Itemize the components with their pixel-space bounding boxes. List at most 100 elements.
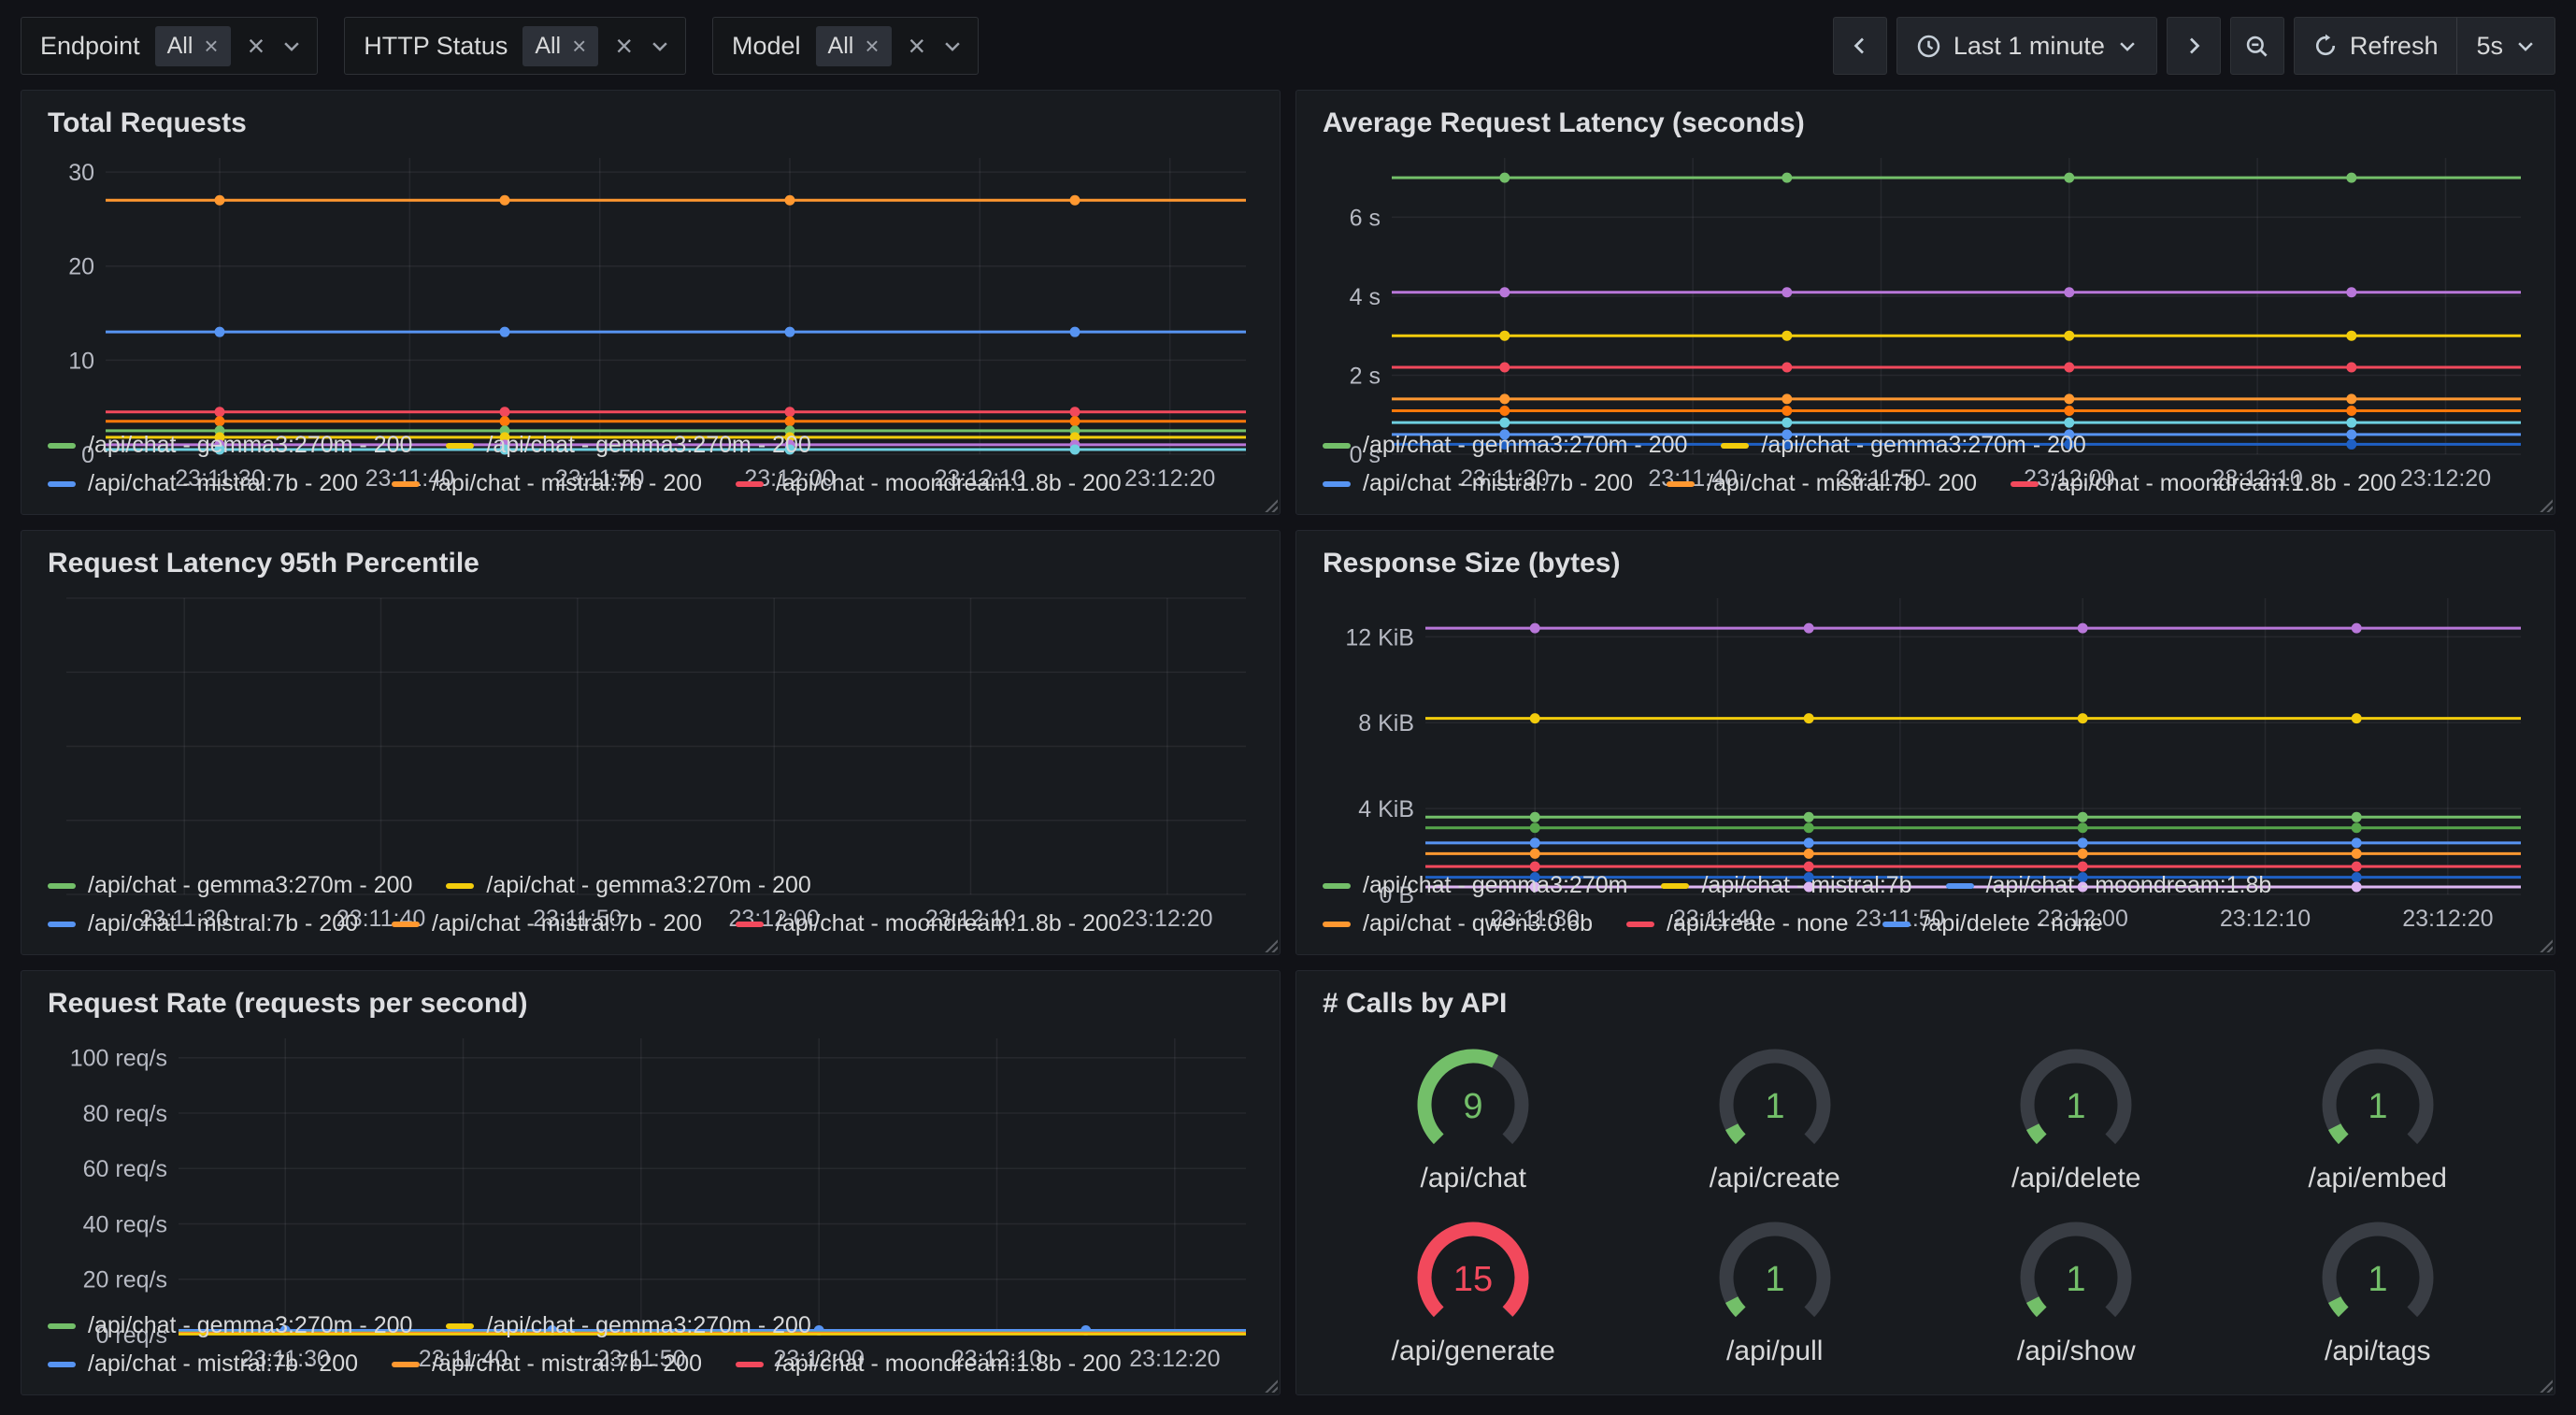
data-point	[1070, 195, 1080, 206]
legend-item[interactable]: /api/chat - mistral:7b - 200	[48, 910, 358, 937]
legend-item[interactable]: /api/chat - mistral:7b	[1661, 872, 1911, 899]
chevron-down-icon[interactable]	[650, 36, 670, 56]
panel-response-size: Response Size (bytes) 23:11:3023:11:4023…	[1295, 530, 2555, 955]
chip-remove-icon[interactable]: ×	[204, 34, 218, 58]
legend-item[interactable]: /api/chat - gemma3:270m - 200	[1323, 432, 1687, 459]
gauge-value: 1	[2368, 1087, 2387, 1126]
data-point	[500, 327, 510, 337]
legend-item[interactable]: /api/chat - gemma3:270m - 200	[446, 432, 810, 459]
chevron-down-icon[interactable]	[281, 36, 302, 56]
data-point	[1530, 837, 1540, 848]
data-point	[2078, 812, 2088, 822]
legend-item[interactable]: /api/chat - mistral:7b - 200	[1667, 470, 1977, 497]
legend-label: /api/chat - moondream:1.8b - 200	[776, 470, 1122, 497]
chip-remove-icon[interactable]: ×	[865, 34, 879, 58]
panel-resize-handle[interactable]	[2538, 937, 2553, 952]
gauge-value: 1	[2368, 1260, 2387, 1299]
legend-item[interactable]: /api/chat - moondream:1.8b	[1946, 872, 2272, 899]
data-point	[2078, 822, 2088, 833]
legend-item[interactable]: /api/create - none	[1626, 910, 1849, 937]
time-shift-forward-button[interactable]	[2167, 17, 2221, 75]
chart-request-rate[interactable]: 23:11:3023:11:4023:11:5023:12:0023:12:10…	[38, 1027, 1263, 1301]
panel-title[interactable]: Response Size (bytes)	[1313, 540, 2538, 587]
legend: /api/chat - gemma3:270m - 200/api/chat -…	[38, 1301, 1263, 1385]
legend-marker-icon	[2011, 481, 2039, 487]
time-shift-back-button[interactable]	[1833, 17, 1887, 75]
chart-average-request-latency[interactable]: 23:11:3023:11:4023:11:5023:12:0023:12:10…	[1313, 147, 2538, 421]
gauge-arc: 1	[2298, 1212, 2457, 1336]
data-point	[1530, 812, 1540, 822]
data-point	[2078, 713, 2088, 723]
filter-clear-icon[interactable]: ×	[246, 31, 267, 61]
chevron-down-icon[interactable]	[942, 36, 963, 56]
filter-http-status: HTTP Status All × ×	[344, 17, 686, 75]
panel-resize-handle[interactable]	[1263, 937, 1278, 952]
legend-item[interactable]: /api/chat - mistral:7b - 200	[48, 1351, 358, 1378]
legend-item[interactable]: /api/chat - gemma3:270m - 200	[48, 432, 412, 459]
data-point	[2352, 849, 2362, 859]
legend-item[interactable]: /api/chat - gemma3:270m - 200	[446, 872, 810, 899]
panel-average-request-latency: Average Request Latency (seconds) 23:11:…	[1295, 90, 2555, 515]
refresh-interval-picker[interactable]: 5s	[2456, 17, 2555, 75]
legend-label: /api/chat - gemma3:270m - 200	[1363, 432, 1687, 459]
panel-request-latency-95th: Request Latency 95th Percentile 23:11:30…	[21, 530, 1281, 955]
filter-chip[interactable]: All ×	[816, 26, 892, 66]
chart-request-latency-95th[interactable]: 23:11:3023:11:4023:11:5023:12:0023:12:10…	[38, 587, 1263, 861]
data-point	[1070, 327, 1080, 337]
legend-label: /api/chat - gemma3:270m	[1363, 872, 1627, 899]
panel-request-rate: Request Rate (requests per second) 23:11…	[21, 970, 1281, 1395]
legend-item[interactable]: /api/delete - none	[1882, 910, 2103, 937]
chart-total-requests[interactable]: 23:11:3023:11:4023:11:5023:12:0023:12:10…	[38, 147, 1263, 421]
filter-clear-icon[interactable]: ×	[907, 31, 928, 61]
data-point	[1499, 173, 1510, 183]
legend-item[interactable]: /api/chat - gemma3:270m - 200	[48, 872, 412, 899]
legend-row: /api/chat - mistral:7b - 200/api/chat - …	[48, 465, 1263, 503]
filter-clear-icon[interactable]: ×	[613, 31, 635, 61]
legend-item[interactable]: /api/chat - mistral:7b - 200	[48, 470, 358, 497]
gauge-label: /api/tags	[2325, 1336, 2430, 1367]
legend-item[interactable]: /api/chat - gemma3:270m - 200	[446, 1312, 810, 1339]
panel-resize-handle[interactable]	[1263, 497, 1278, 512]
time-range-picker[interactable]: Last 1 minute	[1896, 17, 2157, 75]
legend-item[interactable]: /api/chat - qwen3:0.6b	[1323, 910, 1593, 937]
panel-title[interactable]: # Calls by API	[1313, 980, 2538, 1027]
legend-item[interactable]: /api/chat - moondream:1.8b - 200	[736, 910, 1122, 937]
legend-item[interactable]: /api/chat - mistral:7b - 200	[392, 1351, 702, 1378]
data-point	[2078, 623, 2088, 634]
filter-model: Model All × ×	[712, 17, 979, 75]
data-point	[1530, 713, 1540, 723]
legend-item[interactable]: /api/chat - gemma3:270m - 200	[48, 1312, 412, 1339]
panel-title[interactable]: Request Rate (requests per second)	[38, 980, 1263, 1027]
legend-item[interactable]: /api/chat - moondream:1.8b - 200	[2011, 470, 2397, 497]
refresh-button[interactable]: Refresh	[2294, 17, 2457, 75]
data-point	[1782, 363, 1792, 373]
legend-item[interactable]: /api/chat - moondream:1.8b - 200	[736, 1351, 1122, 1378]
panel-resize-handle[interactable]	[2538, 1378, 2553, 1393]
data-point	[2352, 713, 2362, 723]
legend-item[interactable]: /api/chat - moondream:1.8b - 200	[736, 470, 1122, 497]
panel-title[interactable]: Total Requests	[38, 100, 1263, 147]
panel-resize-handle[interactable]	[2538, 497, 2553, 512]
legend-label: /api/chat - gemma3:270m - 200	[486, 1312, 810, 1339]
zoom-out-button[interactable]	[2230, 17, 2284, 75]
gauge-label: /api/create	[1710, 1163, 1840, 1194]
chip-remove-icon[interactable]: ×	[572, 34, 586, 58]
panel-resize-handle[interactable]	[1263, 1378, 1278, 1393]
filter-chip[interactable]: All ×	[522, 26, 598, 66]
legend-item[interactable]: /api/chat - mistral:7b - 200	[1323, 470, 1633, 497]
legend-item[interactable]: /api/chat - mistral:7b - 200	[392, 910, 702, 937]
filter-chip[interactable]: All ×	[155, 26, 231, 66]
legend-item[interactable]: /api/chat - mistral:7b - 200	[392, 470, 702, 497]
chevron-down-icon	[2117, 36, 2138, 56]
data-point	[1499, 406, 1510, 416]
legend-label: /api/chat - gemma3:270m - 200	[486, 432, 810, 459]
chart-response-size[interactable]: 23:11:3023:11:4023:11:5023:12:0023:12:10…	[1313, 587, 2538, 861]
legend-marker-icon	[392, 922, 420, 927]
panel-title[interactable]: Average Request Latency (seconds)	[1313, 100, 2538, 147]
legend-item[interactable]: /api/chat - gemma3:270m	[1323, 872, 1627, 899]
panel-title[interactable]: Request Latency 95th Percentile	[38, 540, 1263, 587]
legend-marker-icon	[392, 1362, 420, 1367]
legend-label: /api/chat - mistral:7b - 200	[1707, 470, 1977, 497]
chevron-right-icon	[2182, 35, 2205, 57]
legend-item[interactable]: /api/chat - gemma3:270m - 200	[1721, 432, 2085, 459]
